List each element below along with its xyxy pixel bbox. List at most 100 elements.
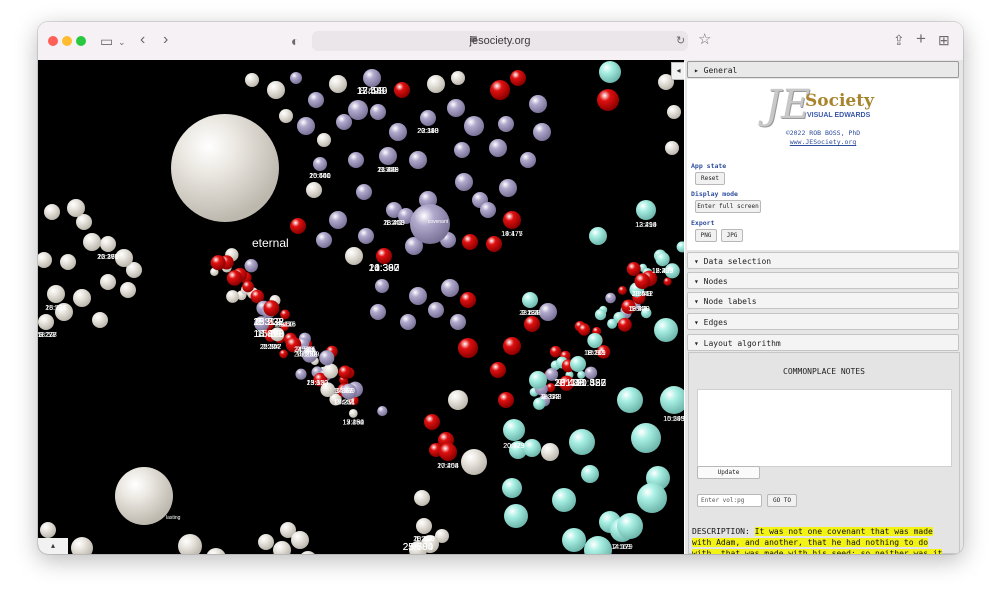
reload-icon[interactable]: ↻ — [676, 34, 685, 48]
graph-node[interactable] — [416, 518, 432, 534]
graph-node[interactable] — [400, 314, 416, 330]
graph-node[interactable] — [73, 289, 91, 307]
graph-node[interactable] — [67, 199, 85, 217]
graph-node[interactable] — [299, 551, 317, 554]
graph-node[interactable] — [667, 105, 681, 119]
graph-node[interactable] — [570, 356, 586, 372]
graph-node[interactable] — [120, 282, 136, 298]
graph-node[interactable] — [375, 279, 389, 293]
graph-node[interactable] — [394, 82, 410, 98]
graph-node[interactable] — [655, 252, 670, 267]
graph-node[interactable] — [498, 116, 514, 132]
graph-node[interactable] — [377, 405, 388, 417]
reset-button[interactable]: Reset — [695, 172, 725, 185]
graph-node[interactable] — [654, 318, 678, 342]
graph-node[interactable] — [665, 141, 679, 155]
graph-node[interactable] — [594, 309, 607, 321]
new-tab-icon[interactable]: + — [916, 30, 926, 47]
graph-node[interactable] — [178, 534, 202, 554]
graph-node[interactable] — [461, 449, 487, 475]
graph-node[interactable] — [523, 439, 541, 457]
graph-node[interactable] — [60, 254, 76, 270]
graph-node[interactable] — [226, 270, 243, 286]
graph-node[interactable] — [626, 262, 641, 276]
graph-node[interactable] — [258, 534, 274, 550]
graph-node[interactable] — [420, 110, 436, 126]
chevron-down-icon[interactable]: ⌄ — [118, 35, 126, 49]
graph-node[interactable] — [38, 314, 54, 330]
graph-node[interactable] — [40, 522, 56, 538]
goto-button[interactable]: GO TO — [767, 494, 797, 507]
graph-node[interactable] — [460, 292, 476, 308]
graph-node[interactable] — [524, 316, 540, 332]
graph-node[interactable] — [100, 236, 116, 252]
section-data-selection-header[interactable]: ▾ Data selection — [687, 252, 959, 269]
graph-node[interactable] — [376, 248, 392, 264]
graph-node[interactable] — [448, 390, 468, 410]
graph-node[interactable] — [584, 536, 612, 554]
bookmark-star-icon[interactable]: ☆ — [698, 32, 711, 47]
graph-node[interactable] — [424, 414, 440, 430]
graph-node[interactable] — [206, 548, 226, 554]
graph-node[interactable] — [297, 117, 315, 135]
graph-node[interactable] — [617, 513, 643, 539]
graph-node[interactable] — [92, 312, 108, 328]
graph-node[interactable] — [503, 337, 521, 355]
graph-node[interactable] — [451, 71, 465, 85]
graph-node[interactable] — [370, 304, 386, 320]
graph-node[interactable] — [414, 490, 430, 506]
graph-node[interactable] — [539, 303, 557, 321]
graph-node[interactable] — [306, 182, 322, 198]
graph-node[interactable] — [322, 363, 339, 379]
vol-page-input[interactable]: Enter vol:pg — [697, 494, 762, 507]
graph-node[interactable] — [617, 387, 643, 413]
graph-node[interactable] — [589, 227, 607, 245]
graph-node[interactable] — [520, 152, 536, 168]
graph-node[interactable] — [503, 211, 521, 229]
back-icon[interactable]: ‹ — [140, 32, 145, 48]
graph-node[interactable] — [348, 100, 368, 120]
graph-node[interactable] — [363, 69, 381, 87]
graph-node[interactable] — [329, 211, 347, 229]
share-icon[interactable]: ⇪ — [893, 33, 905, 47]
graph-node[interactable] — [490, 362, 506, 378]
graph-node[interactable] — [636, 200, 656, 220]
graph-node[interactable] — [409, 287, 427, 305]
graph-node[interactable] — [38, 252, 52, 268]
network-visualization-canvas[interactable]: 13:485 14:63 13:494 3:313 20:436 14:493 19:238… — [38, 60, 684, 554]
graph-node[interactable] — [510, 70, 526, 86]
graph-node[interactable] — [71, 537, 93, 554]
graph-node[interactable] — [279, 109, 293, 123]
graph-node[interactable] — [549, 345, 562, 358]
graph-node[interactable] — [389, 123, 407, 141]
graph-node[interactable] — [605, 292, 616, 304]
graph-node[interactable] — [581, 465, 599, 483]
fullscreen-button[interactable]: Enter full screen — [695, 200, 761, 213]
section-general-header[interactable]: ▸ General — [687, 61, 959, 78]
graph-node[interactable] — [663, 277, 672, 286]
site-link[interactable]: www.JESociety.org — [687, 138, 959, 146]
graph-node[interactable] — [348, 409, 358, 418]
graph-node[interactable] — [498, 392, 514, 408]
graph-node[interactable] — [267, 81, 285, 99]
png-export-button[interactable]: PNG — [695, 229, 717, 242]
tab-overview-icon[interactable]: ⊞ — [938, 33, 950, 47]
graph-node[interactable] — [245, 73, 259, 87]
graph-node[interactable] — [379, 147, 397, 165]
graph-node[interactable] — [226, 290, 239, 303]
graph-node[interactable] — [464, 116, 484, 136]
graph-node[interactable] — [587, 332, 603, 349]
graph-node[interactable] — [100, 274, 116, 290]
graph-node[interactable] — [242, 280, 254, 293]
graph-node[interactable] — [171, 114, 279, 222]
graph-node[interactable] — [450, 314, 466, 330]
notes-textarea[interactable] — [697, 389, 952, 467]
jpg-export-button[interactable]: JPG — [721, 229, 743, 242]
graph-node[interactable] — [447, 99, 465, 117]
section-node-labels-header[interactable]: ▾ Node labels — [687, 292, 959, 309]
graph-node[interactable] — [458, 338, 478, 358]
graph-node[interactable] — [115, 467, 173, 525]
graph-node[interactable] — [499, 179, 517, 197]
sidebar-icon[interactable]: ▭ — [100, 34, 113, 48]
privacy-shield-icon[interactable]: ◐ — [291, 34, 299, 48]
